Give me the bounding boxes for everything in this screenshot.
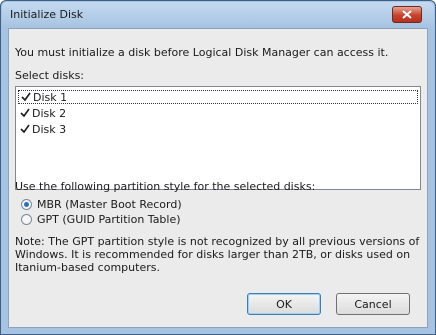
checkmark-icon [21, 92, 31, 102]
title-bar: Initialize Disk [2, 2, 434, 28]
disk-list[interactable]: Disk 1 Disk 2 Disk 3 [15, 86, 421, 190]
disk-1-checkbox[interactable] [21, 92, 31, 102]
partition-style-label: Use the following partition style for th… [15, 180, 316, 193]
dialog-body: You must initialize a disk before Logica… [8, 28, 428, 328]
checkmark-icon [20, 124, 30, 134]
mbr-label: MBR (Master Boot Record) [37, 198, 182, 211]
disk-3-checkbox[interactable] [20, 124, 30, 134]
dialog-title: Initialize Disk [10, 8, 84, 21]
disk-2-checkbox[interactable] [20, 108, 30, 118]
disk-1-label: Disk 1 [33, 90, 68, 104]
cancel-button[interactable]: Cancel [336, 293, 410, 315]
intro-text: You must initialize a disk before Logica… [15, 46, 389, 59]
gpt-label: GPT (GUID Partition Table) [37, 213, 181, 226]
gpt-radio[interactable] [21, 214, 32, 225]
disk-3-label: Disk 3 [32, 122, 67, 136]
list-item-disk-1[interactable]: Disk 1 [18, 90, 418, 104]
select-disks-label: Select disks: [15, 69, 85, 82]
mbr-option[interactable]: MBR (Master Boot Record) [21, 198, 182, 211]
mbr-radio[interactable] [21, 199, 32, 210]
gpt-option[interactable]: GPT (GUID Partition Table) [21, 213, 181, 226]
disk-2-label: Disk 2 [32, 106, 67, 120]
list-item-disk-3[interactable]: Disk 3 [18, 122, 66, 136]
gpt-note: Note: The GPT partition style is not rec… [15, 235, 420, 274]
initialize-disk-dialog: Initialize Disk You must initialize a di… [0, 0, 436, 335]
close-icon [402, 10, 412, 19]
checkmark-icon [20, 108, 30, 118]
list-item-disk-2[interactable]: Disk 2 [18, 106, 66, 120]
ok-button[interactable]: OK [247, 293, 321, 315]
close-button[interactable] [392, 6, 422, 23]
